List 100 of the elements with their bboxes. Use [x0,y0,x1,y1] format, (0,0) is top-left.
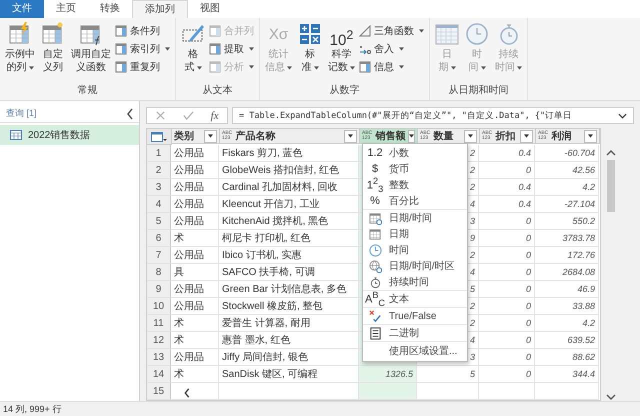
ribbon-button[interactable]: 条件列 [115,23,172,39]
scroll-up-icon[interactable] [606,150,616,156]
table-cell: 639.52 [535,332,599,349]
table-cell: 0 [479,332,535,349]
ribbon-button[interactable]: 调用自定 义函数 [69,22,113,83]
table-icon [10,130,22,140]
table-cell: Ibico 订书机, 实惠 [219,247,359,264]
table-icon [41,22,65,46]
table-cell: 术 [171,230,219,247]
column-header[interactable]: 类别 [172,129,220,144]
column-icon [209,25,221,37]
collapse-icon[interactable] [126,108,134,120]
table-cell: 42.56 [535,162,599,179]
ribbon-tab[interactable]: 视图 [188,0,232,18]
table-cell: 0 [479,281,535,298]
ribbon-tab[interactable]: 文件 [0,0,44,18]
query-item[interactable]: 2022销售数据 [0,125,139,145]
table-cell: 0 [479,349,535,366]
ribbon-button[interactable]: 提取 [209,41,256,57]
filter-button[interactable] [344,130,357,142]
column-icon [115,25,127,37]
decimal-icon [359,43,371,55]
table-cell: KitchenAid 搅拌机, 黑色 [219,213,359,230]
table-cell: 公用品 [171,281,219,298]
scroll-thumb[interactable] [607,160,615,212]
ribbon-button[interactable]: 信息 [359,59,426,75]
filter-button[interactable] [204,130,217,142]
caret-icon [348,134,353,138]
table-cell: 惠普 墨水, 红色 [219,332,359,349]
row-number: 12 [147,332,171,349]
row-number: 10 [147,298,171,315]
ribbon-tab[interactable]: 主页 [44,0,88,18]
ribbon-button[interactable]: 10$^{2}$ 科学 记数 [326,22,357,83]
group-label: 常规 [76,84,98,98]
ribbon-button[interactable]: 自定 义列 [39,22,67,83]
expand-icon[interactable] [618,112,627,118]
check-cross-icon [368,310,382,322]
group-label: 从数字 [328,84,360,98]
table-cell: 5 [417,366,479,383]
table-cell: 公用品 [171,196,219,213]
ribbon-button[interactable]: 重复列 [115,59,172,75]
table-cell: 0.4 [479,196,535,213]
table-cell: 0 [479,162,535,179]
scroll-left-icon[interactable] [183,388,191,398]
row-number: 7 [147,247,171,264]
formula-field[interactable]: = Table.ExpandTableColumn(#"展开的“自定义”", "自定义.Data", {"订单日 [232,107,634,124]
column-icon [209,61,221,73]
ribbon-button[interactable]: 格 式 [179,22,207,83]
ribbon-tab[interactable]: 添加列 [132,0,188,18]
document-icon [368,326,382,340]
ribbon-tab[interactable]: 转换 [88,0,132,18]
table-cell: 3783.78 [535,230,599,247]
filter-button[interactable] [584,130,597,142]
ribbon-button[interactable]: 示例中 的列 [3,22,37,83]
table-cell: 4.2 [535,315,599,332]
caret-icon [588,134,593,138]
triangle-icon [359,25,371,37]
table-cell: 0 [479,247,535,264]
pane-title: 查询 [1] [6,107,37,120]
table-cell: 172.76 [535,247,599,264]
ribbon-button[interactable]: 舍入 [359,41,426,57]
row-number: 5 [147,213,171,230]
globe-icon [368,260,382,272]
filter-button[interactable] [464,130,477,142]
column-icon [209,43,221,55]
status-text: 14 列, 999+ 行 [3,404,62,414]
ribbon-button[interactable]: 索引列 [115,41,172,57]
menu-item[interactable]: 二进制 [363,325,467,341]
table-cell: 爱普生 计算器, 耐用 [219,315,359,332]
table-cell: 公用品 [171,213,219,230]
group-label: 从文本 [202,84,234,98]
table-cell: 46.9 [535,281,599,298]
column-icon [115,61,127,73]
ribbon-button[interactable]: 三角函数 [359,23,426,39]
table-cell: 344.4 [535,366,599,383]
row-number: 11 [147,315,171,332]
clock-icon [368,276,382,288]
fx-button[interactable]: fx [210,110,219,122]
scroll-down-icon[interactable] [606,394,616,400]
column-icon [115,43,127,55]
filter-button[interactable] [520,130,533,142]
type-icon: 1.2 [367,147,383,159]
table-cell: 0.4 [479,179,535,196]
row-number: 1 [147,145,171,162]
menu-item[interactable]: True/False [363,308,467,324]
row-number: 2 [147,162,171,179]
filter-button[interactable] [408,130,416,142]
table-cell: 公用品 [171,179,219,196]
table-cell: 4.2 [535,179,599,196]
check-icon[interactable] [183,110,194,121]
table-cell: -60.704 [535,145,599,162]
table-cell: 公用品 [171,349,219,366]
caret-icon [468,134,473,138]
ribbon-button[interactable]: 标 准 [296,22,324,83]
table-menu-button[interactable] [147,129,172,145]
table-cell: Jiffy 局间信封, 银色 [219,349,359,366]
table-cell: SanDisk 键区, 可编程 [219,366,359,383]
table-cell: 33.88 [535,298,599,315]
table-cell: 公用品 [171,247,219,264]
table-cell: 术 [171,366,219,383]
